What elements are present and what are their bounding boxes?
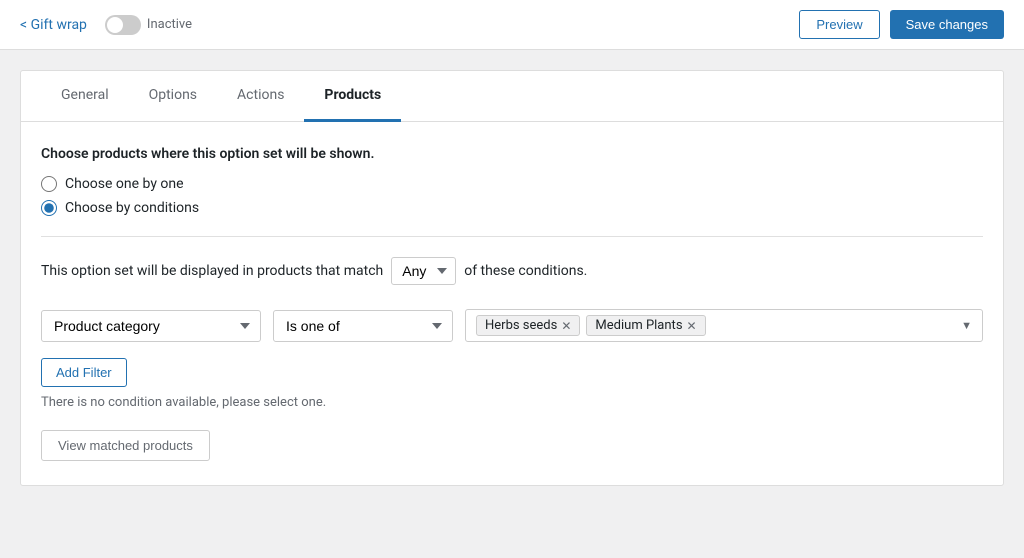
- match-select[interactable]: Any All: [391, 257, 456, 285]
- tab-options[interactable]: Options: [129, 71, 217, 122]
- add-filter-wrapper: Add Filter: [41, 358, 983, 387]
- tags-dropdown-arrow: ▼: [961, 319, 972, 332]
- radio-one-by-one-label: Choose one by one: [65, 176, 184, 192]
- category-select[interactable]: Product category Product tag Product: [41, 310, 261, 342]
- toggle-switch[interactable]: Inactive: [105, 15, 192, 35]
- radio-group: Choose one by one Choose by conditions: [41, 176, 983, 216]
- radio-by-conditions-label: Choose by conditions: [65, 200, 199, 216]
- tag-medium-plants[interactable]: Medium Plants ✕: [586, 315, 705, 336]
- no-condition-message: There is no condition available, please …: [41, 395, 983, 410]
- match-text-before: This option set will be displayed in pro…: [41, 263, 383, 279]
- tab-products[interactable]: Products: [304, 71, 401, 122]
- top-bar-left: < Gift wrap Inactive: [20, 15, 192, 35]
- radio-one-by-one[interactable]: Choose one by one: [41, 176, 983, 192]
- match-text-after: of these conditions.: [464, 263, 587, 279]
- card-body: Choose products where this option set wi…: [21, 122, 1003, 485]
- tags-input[interactable]: Herbs seeds ✕ Medium Plants ✕ ▼: [465, 309, 983, 342]
- main-content: General Options Actions Products Choose …: [0, 50, 1024, 558]
- add-filter-button[interactable]: Add Filter: [41, 358, 127, 387]
- top-bar: < Gift wrap Inactive Preview Save change…: [0, 0, 1024, 50]
- tab-actions[interactable]: Actions: [217, 71, 304, 122]
- tag-herbs-seeds-label: Herbs seeds: [485, 318, 557, 333]
- toggle-track[interactable]: [105, 15, 141, 35]
- divider: [41, 236, 983, 237]
- tabs: General Options Actions Products: [21, 71, 1003, 122]
- radio-by-conditions-input[interactable]: [41, 200, 57, 216]
- card: General Options Actions Products Choose …: [20, 70, 1004, 486]
- save-button[interactable]: Save changes: [890, 10, 1004, 39]
- top-bar-right: Preview Save changes: [799, 10, 1004, 39]
- inactive-label: Inactive: [147, 17, 192, 32]
- tab-general[interactable]: General: [41, 71, 129, 122]
- radio-one-by-one-input[interactable]: [41, 176, 57, 192]
- back-link[interactable]: < Gift wrap: [20, 17, 87, 33]
- operator-select[interactable]: Is one of Is not one of: [273, 310, 453, 342]
- tag-herbs-seeds-remove[interactable]: ✕: [561, 320, 571, 332]
- toggle-thumb: [107, 17, 123, 33]
- tag-herbs-seeds[interactable]: Herbs seeds ✕: [476, 315, 580, 336]
- tag-medium-plants-label: Medium Plants: [595, 318, 682, 333]
- radio-by-conditions[interactable]: Choose by conditions: [41, 200, 983, 216]
- section-title: Choose products where this option set wi…: [41, 146, 983, 162]
- match-row: This option set will be displayed in pro…: [41, 257, 983, 285]
- view-matched-button[interactable]: View matched products: [41, 430, 210, 461]
- preview-button[interactable]: Preview: [799, 10, 879, 39]
- filter-row: Product category Product tag Product Is …: [41, 309, 983, 342]
- tag-medium-plants-remove[interactable]: ✕: [687, 320, 697, 332]
